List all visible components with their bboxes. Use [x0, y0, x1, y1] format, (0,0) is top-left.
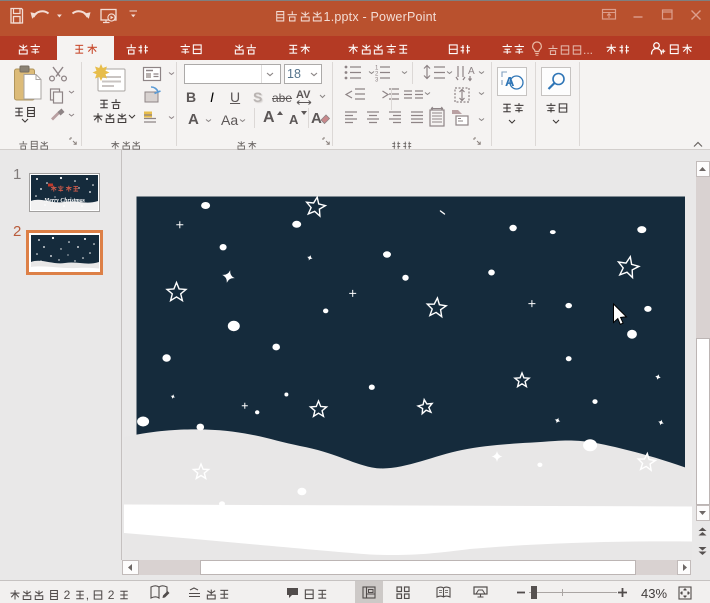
svg-text:AV: AV [296, 89, 311, 101]
svg-text:3: 3 [375, 78, 379, 84]
svg-text:A: A [311, 110, 322, 127]
svg-text:A: A [468, 66, 475, 77]
